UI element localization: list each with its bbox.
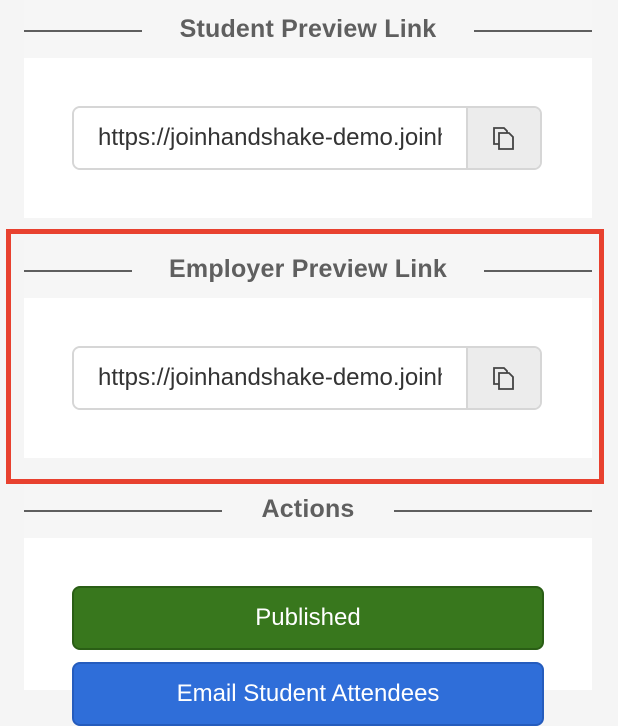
student-preview-link-group (72, 106, 542, 170)
employer-copy-button[interactable] (466, 348, 540, 408)
header-divider-right (484, 270, 592, 272)
employer-preview-header: Employer Preview Link (24, 240, 592, 298)
header-divider-right (474, 30, 592, 32)
header-divider-right (394, 510, 592, 512)
employer-preview-url-field[interactable] (74, 348, 466, 408)
published-button[interactable]: Published (72, 586, 544, 650)
actions-header: Actions (24, 480, 592, 538)
copy-icon (493, 127, 514, 150)
student-preview-header: Student Preview Link (24, 0, 592, 58)
employer-preview-body (24, 298, 592, 458)
event-sidebar-panel: Student Preview Link Employer Preview Li… (24, 0, 592, 726)
copy-icon (493, 367, 514, 390)
student-copy-button[interactable] (466, 108, 540, 168)
student-preview-body (24, 58, 592, 218)
email-student-attendees-button[interactable]: Email Student Attendees (72, 662, 544, 726)
student-preview-url-field[interactable] (74, 108, 466, 168)
actions-body: Published Email Student Attendees (24, 538, 592, 726)
employer-preview-link-group (72, 346, 542, 410)
